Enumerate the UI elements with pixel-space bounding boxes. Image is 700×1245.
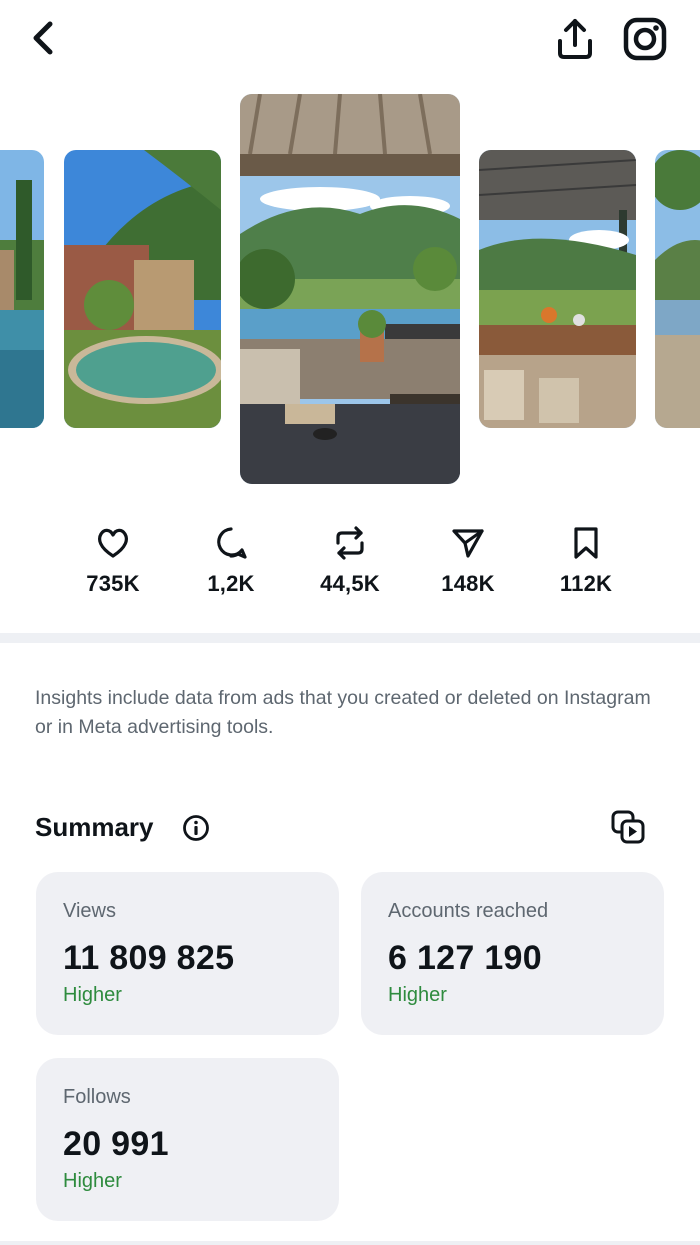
shares-count: 148K xyxy=(441,571,495,596)
summary-header: Summary xyxy=(35,806,665,850)
section-divider xyxy=(0,633,700,643)
heart-icon xyxy=(98,528,128,558)
bottom-divider xyxy=(0,1241,700,1245)
carousel-item[interactable] xyxy=(479,150,636,428)
engagement-stats: 735K 1,2K 44,5K 148K 112K xyxy=(0,525,700,615)
reposts-stat[interactable]: 44,5K xyxy=(295,525,405,597)
shares-stat[interactable]: 148K xyxy=(413,525,523,597)
copy-reel-icon xyxy=(611,810,645,844)
summary-info-button[interactable] xyxy=(182,814,210,842)
saves-stat[interactable]: 112K xyxy=(531,525,641,597)
bookmark-icon xyxy=(574,527,598,559)
card-label: Views xyxy=(63,900,116,922)
copy-reel-button[interactable] xyxy=(610,809,646,845)
repost-icon xyxy=(336,526,364,560)
photo-outdoor-dining-pergola xyxy=(479,150,636,428)
card-label: Accounts reached xyxy=(388,900,549,922)
comments-count: 1,2K xyxy=(207,571,255,596)
follows-card[interactable]: Follows 20 991 Higher xyxy=(36,1058,339,1221)
instagram-icon xyxy=(623,17,667,61)
card-trend: Higher xyxy=(388,984,447,1006)
views-card[interactable]: Views 11 809 825 Higher xyxy=(36,872,339,1035)
media-carousel[interactable] xyxy=(0,90,700,490)
top-bar xyxy=(0,0,700,80)
saves-count: 112K xyxy=(559,571,613,596)
likes-stat[interactable]: 735K xyxy=(58,525,168,597)
chevron-left-icon xyxy=(33,21,53,55)
carousel-item[interactable] xyxy=(0,150,44,428)
comment-icon xyxy=(217,527,247,559)
comments-stat[interactable]: 1,2K xyxy=(176,525,286,597)
card-trend: Higher xyxy=(63,1170,122,1192)
reposts-count: 44,5K xyxy=(320,571,380,596)
photo-stone-villa-oval-pool xyxy=(64,150,221,428)
instagram-button[interactable] xyxy=(622,16,668,62)
card-trend: Higher xyxy=(63,984,122,1006)
carousel-item[interactable] xyxy=(64,150,221,428)
info-icon xyxy=(183,815,209,841)
accounts-reached-card[interactable]: Accounts reached 6 127 190 Higher xyxy=(361,872,664,1035)
card-value: 20 991 xyxy=(63,1125,169,1163)
back-button[interactable] xyxy=(26,18,62,58)
insights-page: 735K 1,2K 44,5K 148K 112K Insights inclu… xyxy=(0,0,700,1245)
card-value: 11 809 825 xyxy=(63,939,235,977)
summary-title: Summary xyxy=(35,812,154,842)
insights-notice: Insights include data from ads that you … xyxy=(35,687,651,738)
photo-pergola-mountain-view xyxy=(240,94,460,484)
card-value: 6 127 190 xyxy=(388,939,542,977)
carousel-item-active[interactable] xyxy=(240,94,460,484)
photo-poolside-partial xyxy=(655,150,700,428)
card-label: Follows xyxy=(63,1086,131,1108)
share-upload-icon xyxy=(558,19,592,59)
carousel-item[interactable] xyxy=(655,150,700,428)
photo-villa-pool-edge xyxy=(0,150,44,428)
likes-count: 735K xyxy=(86,571,140,596)
share-button[interactable] xyxy=(555,17,595,61)
send-icon xyxy=(452,529,484,558)
